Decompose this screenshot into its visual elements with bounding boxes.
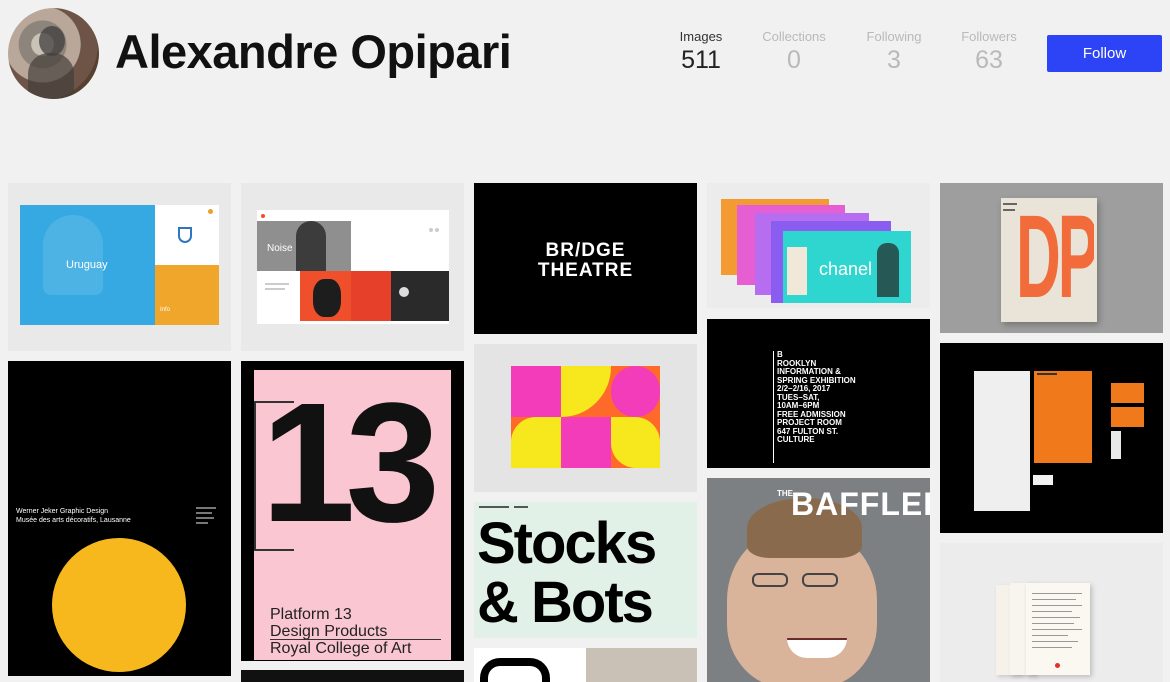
tile-text: Design Products bbox=[270, 623, 388, 640]
gallery-item-partial[interactable] bbox=[241, 670, 464, 682]
stat-label: Images bbox=[679, 29, 723, 44]
stat-value: 3 bbox=[887, 46, 901, 74]
gallery-item-platform-13[interactable]: 13 Platform 13 Design Products Royal Col… bbox=[241, 361, 464, 661]
gallery-item-stocks-bots[interactable]: Stocks & Bots bbox=[474, 502, 697, 638]
stat-label: Followers bbox=[961, 29, 1017, 44]
gallery-item-brooklyn[interactable]: B ROOKLYN INFORMATION & SPRING EXHIBITIO… bbox=[707, 319, 930, 468]
gallery-item-uruguay[interactable]: Uruguay Info bbox=[8, 183, 231, 351]
stat-collections[interactable]: Collections 0 bbox=[749, 29, 839, 75]
stat-images[interactable]: Images 511 bbox=[656, 29, 746, 75]
stat-following[interactable]: Following 3 bbox=[849, 29, 939, 75]
tile-text: Info bbox=[160, 307, 171, 313]
tile-text: Noise bbox=[267, 243, 293, 254]
tile-text: BR/DGE bbox=[545, 240, 626, 261]
tile-text: Werner Jeker Graphic Design bbox=[16, 508, 109, 515]
dps-title: DPS bbox=[1016, 198, 1094, 322]
tile-text: BAFFLER bbox=[791, 486, 930, 522]
avatar[interactable] bbox=[8, 8, 99, 99]
tile-text: Musée des arts décoratifs, Lausanne bbox=[16, 517, 131, 524]
gallery-item-booklets[interactable] bbox=[940, 543, 1163, 682]
gallery-item-dps[interactable]: DPS bbox=[940, 183, 1163, 333]
profile-name: Alexandre Opipari bbox=[115, 25, 512, 78]
gallery-item-werner-jeker[interactable]: Werner Jeker Graphic Design Musée des ar… bbox=[8, 361, 231, 676]
profile-header: Alexandre Opipari Images 511 Collections… bbox=[0, 0, 1170, 110]
tile-text: THEATRE bbox=[537, 260, 634, 281]
gallery-item-bridge-theatre[interactable]: BR/DGE THEATRE bbox=[474, 183, 697, 334]
follow-button[interactable]: Follow bbox=[1047, 35, 1162, 72]
stat-value: 511 bbox=[681, 46, 721, 74]
tile-text: Royal College of Art bbox=[270, 640, 412, 657]
tile-text: Stocks bbox=[477, 511, 657, 576]
gallery-item-baffler[interactable]: BAFFLER THE bbox=[707, 478, 930, 682]
stat-value: 63 bbox=[975, 46, 1003, 74]
brooklyn-text: B ROOKLYN INFORMATION & SPRING EXHIBITIO… bbox=[777, 350, 856, 444]
tile-text: THE bbox=[777, 489, 793, 498]
tile-text: & Bots bbox=[477, 570, 654, 635]
stat-value: 0 bbox=[787, 46, 801, 74]
tile-text: Uruguay bbox=[66, 259, 108, 271]
gallery-item-chanel[interactable]: chanel bbox=[707, 183, 930, 308]
tile-text: Platform 13 bbox=[270, 606, 352, 623]
gallery-item-partial[interactable] bbox=[474, 648, 697, 682]
stat-followers[interactable]: Followers 63 bbox=[944, 29, 1034, 75]
gallery-item-type-poster[interactable] bbox=[474, 344, 697, 492]
tile-text: 13 bbox=[261, 368, 440, 558]
stat-label: Following bbox=[866, 29, 922, 44]
gallery-item-noise[interactable]: Noise bbox=[241, 183, 464, 351]
stat-label: Collections bbox=[762, 29, 826, 44]
gallery-item-stationery[interactable] bbox=[940, 343, 1163, 533]
tile-text: chanel bbox=[819, 259, 873, 279]
